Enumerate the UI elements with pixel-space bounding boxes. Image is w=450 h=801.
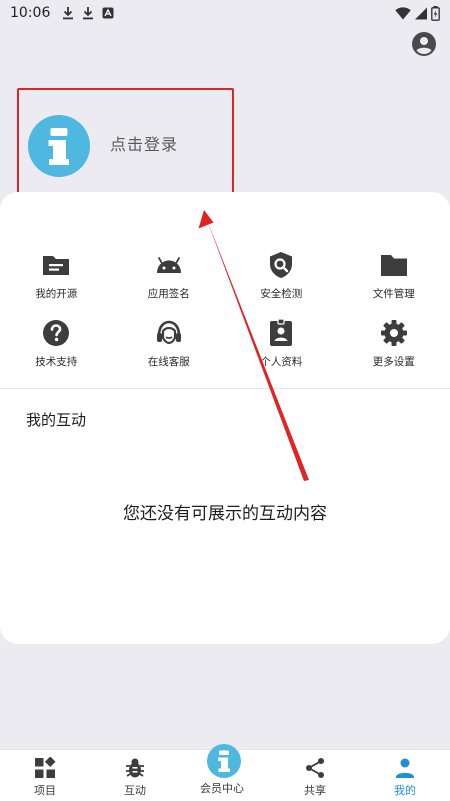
- feature-my-open-source[interactable]: 我的开源: [0, 240, 113, 308]
- headset-icon: [154, 318, 184, 348]
- feature-label: 文件管理: [373, 286, 415, 301]
- interaction-empty-text: 您还没有可展示的互动内容: [0, 499, 450, 524]
- person-icon: [394, 757, 416, 779]
- nav-label: 我的: [394, 782, 416, 798]
- nav-center-label: 会员中心: [200, 780, 244, 796]
- app-notification-icon: [102, 7, 114, 19]
- battery-icon: [431, 6, 440, 21]
- folder-icon: [379, 250, 409, 280]
- bug-icon: [124, 757, 146, 779]
- info-badge-icon[interactable]: [207, 744, 241, 778]
- interaction-section-title: 我的互动: [26, 409, 86, 430]
- share-icon: [304, 757, 326, 779]
- feature-profile[interactable]: 个人资料: [225, 308, 338, 376]
- help-icon: [41, 318, 71, 348]
- feature-label: 个人资料: [260, 354, 302, 369]
- info-avatar-icon[interactable]: [28, 115, 90, 177]
- section-divider: [0, 388, 450, 389]
- feature-label: 技术支持: [35, 354, 77, 369]
- feature-app-signature[interactable]: 应用签名: [113, 240, 226, 308]
- feature-label: 我的开源: [35, 286, 77, 301]
- feature-online-service[interactable]: 在线客服: [113, 308, 226, 376]
- status-bar: 10:06: [0, 0, 450, 26]
- download-icon: [82, 6, 94, 20]
- feature-label: 在线客服: [148, 354, 190, 369]
- android-icon: [154, 250, 184, 280]
- status-left: 10:06: [10, 5, 114, 21]
- nav-item-mine[interactable]: 我的: [360, 750, 450, 801]
- nav-label: 项目: [34, 782, 56, 798]
- feature-label: 应用签名: [148, 286, 190, 301]
- badge-icon: [266, 318, 296, 348]
- nav-label: 互动: [124, 782, 146, 798]
- gear-icon: [379, 318, 409, 348]
- feature-security-check[interactable]: 安全检测: [225, 240, 338, 308]
- feature-label: 安全检测: [260, 286, 302, 301]
- account-circle-icon[interactable]: [411, 31, 437, 57]
- feature-file-manager[interactable]: 文件管理: [338, 240, 450, 308]
- feature-more-settings[interactable]: 更多设置: [338, 308, 450, 376]
- status-time: 10:06: [10, 5, 50, 21]
- wifi-icon: [395, 7, 411, 20]
- feature-grid: 我的开源 应用签名 安全检测 文件管理 技术支持: [0, 240, 450, 376]
- status-right: [395, 6, 440, 21]
- widgets-icon: [34, 757, 56, 779]
- login-text[interactable]: 点击登录: [110, 131, 178, 155]
- feature-tech-support[interactable]: 技术支持: [0, 308, 113, 376]
- nav-item-share[interactable]: 共享: [270, 750, 360, 801]
- nav-item-projects[interactable]: 项目: [0, 750, 90, 801]
- folder-open-icon: [41, 250, 71, 280]
- shield-search-icon: [266, 250, 296, 280]
- feature-label: 更多设置: [373, 354, 415, 369]
- nav-item-interaction[interactable]: 互动: [90, 750, 180, 801]
- signal-icon: [414, 7, 428, 20]
- nav-label: 共享: [304, 782, 326, 798]
- download-icon: [62, 6, 74, 20]
